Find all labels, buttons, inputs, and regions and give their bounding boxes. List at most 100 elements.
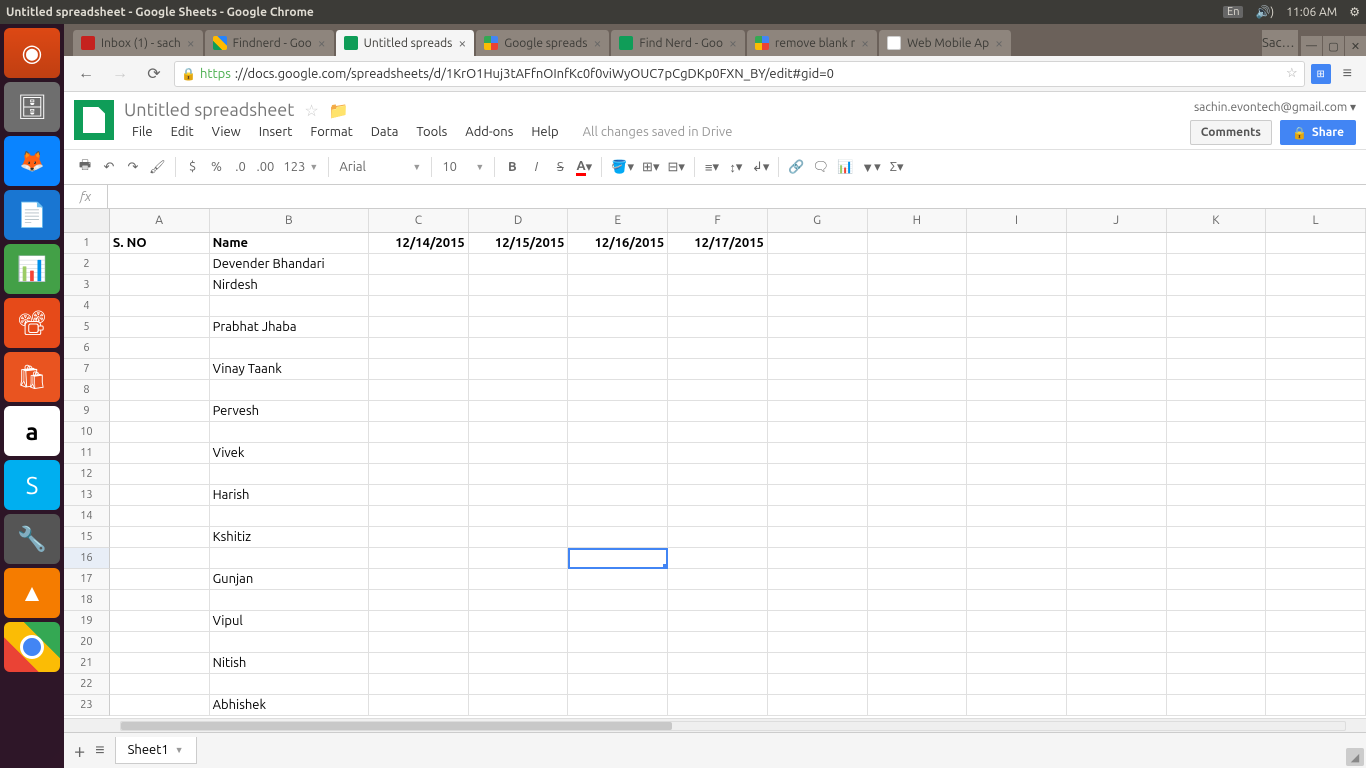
cell[interactable] (469, 275, 569, 296)
cell[interactable] (469, 380, 569, 401)
cell[interactable] (1067, 422, 1167, 443)
col-header[interactable]: J (1067, 209, 1167, 232)
cell[interactable] (1067, 359, 1167, 380)
share-button[interactable]: 🔒Share (1280, 120, 1356, 145)
cell[interactable] (967, 380, 1067, 401)
col-header[interactable]: E (568, 209, 668, 232)
cell[interactable] (1167, 338, 1267, 359)
tab-close-icon[interactable]: × (318, 35, 326, 51)
cell[interactable] (469, 422, 569, 443)
cell[interactable] (568, 506, 668, 527)
cell[interactable] (210, 422, 370, 443)
cell[interactable] (469, 590, 569, 611)
cell[interactable]: Vivek (210, 443, 370, 464)
cell[interactable] (768, 548, 868, 569)
cell[interactable] (110, 380, 210, 401)
cell[interactable] (369, 569, 469, 590)
col-header[interactable]: G (768, 209, 868, 232)
cell[interactable] (1067, 527, 1167, 548)
cell[interactable] (1266, 611, 1366, 632)
cell[interactable] (1167, 527, 1267, 548)
undo-icon[interactable]: ↶ (98, 155, 120, 179)
cell[interactable] (1067, 653, 1167, 674)
comments-button[interactable]: Comments (1190, 120, 1272, 145)
cell[interactable] (768, 254, 868, 275)
cell[interactable] (1167, 548, 1267, 569)
cell[interactable] (967, 422, 1067, 443)
row-header[interactable]: 20 (64, 632, 110, 653)
cell[interactable] (768, 695, 868, 716)
cell[interactable] (967, 464, 1067, 485)
select-all-corner[interactable] (64, 209, 110, 232)
cell[interactable] (568, 254, 668, 275)
cell[interactable] (369, 590, 469, 611)
cell[interactable] (1266, 233, 1366, 254)
col-header[interactable]: K (1167, 209, 1267, 232)
borders-icon[interactable]: ⊞▾ (639, 155, 662, 179)
row-header[interactable]: 23 (64, 695, 110, 716)
cell[interactable] (210, 674, 370, 695)
cell[interactable] (1067, 275, 1167, 296)
reload-button[interactable]: ⟳ (140, 60, 168, 88)
cell[interactable] (1067, 674, 1167, 695)
tab-close-icon[interactable]: × (458, 35, 466, 51)
cell[interactable] (668, 254, 768, 275)
cell[interactable] (668, 464, 768, 485)
cell[interactable] (768, 653, 868, 674)
row-header[interactable]: 12 (64, 464, 110, 485)
cell[interactable] (1067, 401, 1167, 422)
cell[interactable] (568, 674, 668, 695)
cell[interactable] (1067, 632, 1167, 653)
cell[interactable] (1266, 443, 1366, 464)
row-header[interactable]: 15 (64, 527, 110, 548)
menu-insert[interactable]: Insert (251, 123, 301, 141)
cell[interactable] (110, 590, 210, 611)
filter-icon[interactable]: ▼▾ (858, 155, 883, 179)
url-input[interactable]: 🔒 https://docs.google.com/spreadsheets/d… (174, 61, 1305, 87)
bookmark-star-icon[interactable]: ☆ (1286, 66, 1298, 81)
cell[interactable] (768, 380, 868, 401)
cell[interactable] (768, 233, 868, 254)
cell[interactable] (868, 485, 968, 506)
cell[interactable] (967, 485, 1067, 506)
cell[interactable] (469, 653, 569, 674)
cell[interactable] (1167, 695, 1267, 716)
percent-icon[interactable]: % (206, 155, 228, 179)
cell[interactable] (1067, 506, 1167, 527)
cell[interactable] (1167, 233, 1267, 254)
browser-tab[interactable]: remove blank r× (746, 30, 878, 56)
cell[interactable] (668, 632, 768, 653)
cell[interactable] (1167, 653, 1267, 674)
browser-tab[interactable]: Inbox (1) - sach× (72, 30, 204, 56)
cell[interactable] (110, 527, 210, 548)
cell[interactable] (1067, 443, 1167, 464)
cell[interactable] (868, 254, 968, 275)
cell[interactable] (110, 275, 210, 296)
cell[interactable] (1067, 569, 1167, 590)
cell[interactable] (768, 674, 868, 695)
cell[interactable] (369, 611, 469, 632)
cell[interactable] (668, 485, 768, 506)
print-icon[interactable]: 🖶 (74, 155, 96, 179)
keyboard-indicator[interactable]: En (1223, 6, 1243, 18)
cell[interactable] (568, 275, 668, 296)
cell[interactable] (1266, 338, 1366, 359)
extension-icon[interactable]: ⊞ (1311, 64, 1331, 84)
cell[interactable] (1266, 464, 1366, 485)
row-header[interactable]: 13 (64, 485, 110, 506)
cell[interactable] (1266, 380, 1366, 401)
cell[interactable] (967, 527, 1067, 548)
cell[interactable] (469, 569, 569, 590)
cell[interactable] (369, 359, 469, 380)
cell[interactable] (868, 569, 968, 590)
cell[interactable] (1266, 632, 1366, 653)
cell[interactable] (668, 401, 768, 422)
cell[interactable]: Name (210, 233, 370, 254)
cell[interactable] (768, 611, 868, 632)
tab-close-icon[interactable]: × (861, 35, 869, 51)
cell[interactable]: Prabhat Jhaba (210, 317, 370, 338)
comment-icon[interactable]: 🗨 (810, 155, 833, 179)
firefox-icon[interactable]: 🦊 (4, 136, 60, 186)
cell[interactable] (868, 275, 968, 296)
cell[interactable]: Kshitiz (210, 527, 370, 548)
